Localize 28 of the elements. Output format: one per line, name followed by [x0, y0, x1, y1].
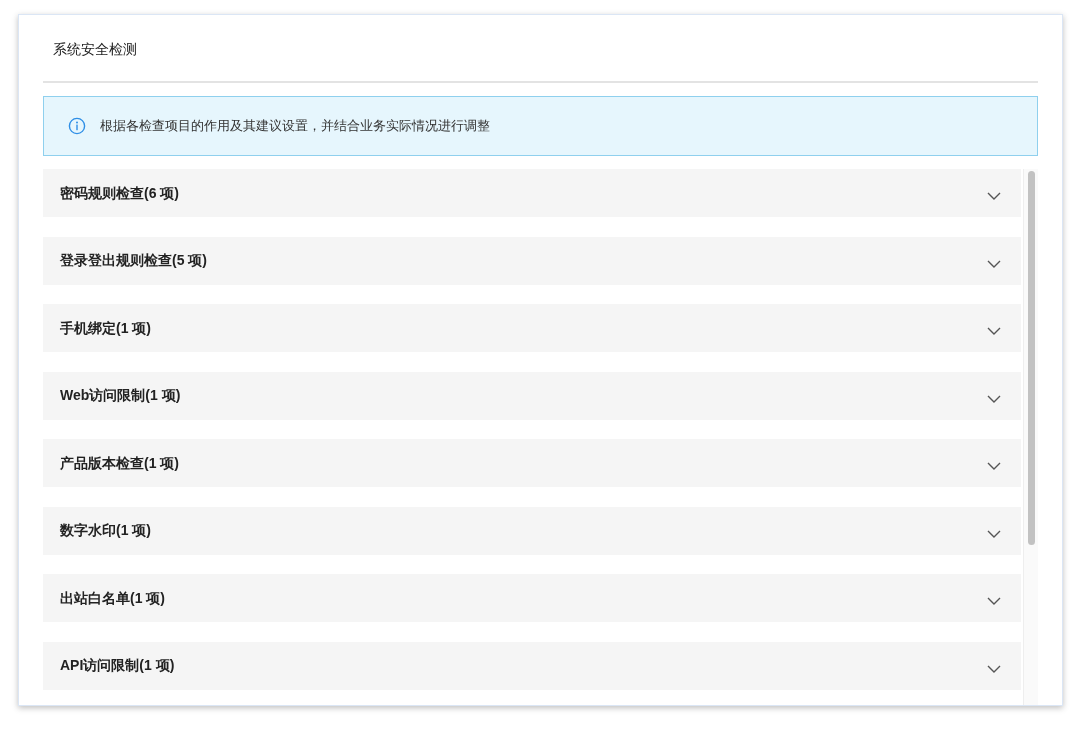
section-title: 密码规则检查(6 项) [60, 183, 179, 203]
info-text: 根据各检查项目的作用及其建议设置，并结合业务实际情况进行调整 [100, 117, 490, 136]
chevron-down-icon [987, 597, 1001, 605]
section-title: API访问限制(1 项) [60, 656, 175, 675]
info-icon [68, 117, 86, 135]
chevron-down-icon [987, 664, 1001, 673]
chevron-down-icon [987, 394, 1001, 403]
collapse-header[interactable]: 出站白名单(1 项) [43, 574, 1021, 622]
collapse-header[interactable]: 手机绑定(1 项) [43, 304, 1021, 352]
collapse-header[interactable]: Web访问限制(1 项) [43, 371, 1021, 420]
chevron-down-icon [987, 462, 1001, 470]
section-title: 登录登出规则检查(5 项) [60, 251, 207, 270]
collapse-header[interactable]: 密码规则检查(6 项) [43, 169, 1021, 217]
collapse-header[interactable]: 登录登出规则检查(5 项) [43, 236, 1021, 285]
scrollbar-thumb[interactable] [1027, 171, 1035, 545]
section-title: Web访问限制(1 项) [60, 386, 181, 405]
chevron-down-icon [987, 192, 1001, 200]
chevron-down-icon [987, 529, 1001, 538]
section-title: 产品版本检查(1 项) [60, 453, 179, 473]
chevron-down-icon [987, 327, 1001, 335]
chevron-down-icon [987, 259, 1001, 268]
section-title: 数字水印(1 项) [60, 521, 151, 540]
collapse-header[interactable]: 产品版本检查(1 项) [43, 439, 1021, 487]
section-title: 手机绑定(1 项) [60, 318, 151, 338]
panel-title: 系统安全检测 [53, 41, 137, 57]
section-title: 出站白名单(1 项) [60, 588, 165, 608]
collapse-header[interactable]: API访问限制(1 项) [43, 641, 1021, 690]
collapse-header[interactable]: 数字水印(1 项) [43, 506, 1021, 555]
